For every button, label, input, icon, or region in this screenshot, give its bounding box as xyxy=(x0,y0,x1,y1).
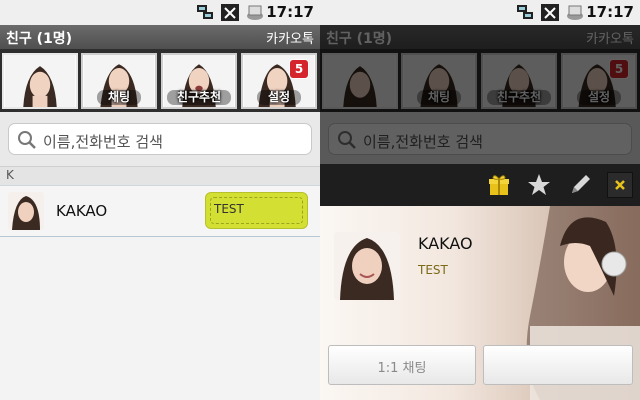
section-letter: K xyxy=(6,168,14,182)
avatar-photo-icon xyxy=(334,232,400,300)
friends-screen: 17:17 친구 (1명) 카카오톡 채팅 친구추천 5 설정 이름,전화번호 … xyxy=(0,0,320,400)
close-button[interactable] xyxy=(607,172,633,198)
list-item[interactable]: KAKAO TEST xyxy=(0,186,320,237)
status-message-bubble: TEST xyxy=(205,192,308,229)
profile-photo-icon xyxy=(4,55,76,107)
tab-settings-label: 설정 xyxy=(267,90,291,104)
close-icon xyxy=(615,180,625,190)
tab-recommend[interactable]: 친구추천 xyxy=(161,53,237,109)
network-icon xyxy=(517,5,533,19)
search-icon xyxy=(18,131,36,149)
brand-label: 카카오톡 xyxy=(266,32,314,47)
pencil-icon[interactable] xyxy=(568,173,592,197)
notification-badge: 5 xyxy=(289,59,309,79)
status-bar: 17:17 xyxy=(0,0,320,25)
search-placeholder: 이름,전화번호 검색 xyxy=(43,133,163,151)
tab-recommend-label: 친구추천 xyxy=(176,90,222,104)
profile-card: KAKAO TEST 1:1 채팅 xyxy=(320,206,640,400)
status-message: TEST xyxy=(214,202,244,216)
clock: 17:17 xyxy=(586,3,634,21)
network-icon xyxy=(197,5,213,19)
gift-icon[interactable] xyxy=(487,173,511,197)
battery-icon xyxy=(247,5,263,20)
tab-strip: 채팅 친구추천 5 설정 xyxy=(0,49,320,112)
signal-icon xyxy=(541,4,559,21)
page-title: 친구 (1명) xyxy=(6,31,73,47)
chat-button-label: 1:1 채팅 xyxy=(377,361,427,376)
status-bar: 17:17 xyxy=(320,0,640,25)
battery-icon xyxy=(567,5,583,20)
tab-friends[interactable] xyxy=(2,53,78,109)
avatar xyxy=(8,192,44,230)
signal-icon xyxy=(221,4,239,21)
profile-name: KAKAO xyxy=(418,234,473,253)
secondary-action-button[interactable] xyxy=(483,345,633,385)
profile-toolbar xyxy=(320,164,640,206)
profile-status: TEST xyxy=(418,263,448,277)
section-header: K xyxy=(0,167,320,186)
tab-settings[interactable]: 5 설정 xyxy=(241,53,317,109)
search-area: 이름,전화번호 검색 xyxy=(0,112,320,167)
one-on-one-chat-button[interactable]: 1:1 채팅 xyxy=(328,345,476,385)
profile-avatar[interactable] xyxy=(334,232,400,300)
tab-chat-label: 채팅 xyxy=(107,90,131,104)
avatar-photo-icon xyxy=(8,192,44,230)
star-icon[interactable] xyxy=(527,173,551,197)
profile-popup-screen: 17:17 친구 (1명) 카카오톡 채팅 친구추천 5 xyxy=(320,0,640,400)
tab-chat[interactable]: 채팅 xyxy=(81,53,157,109)
friend-name: KAKAO xyxy=(56,202,108,220)
clock: 17:17 xyxy=(266,3,314,21)
search-input[interactable]: 이름,전화번호 검색 xyxy=(8,123,312,155)
title-bar: 친구 (1명) 카카오톡 xyxy=(0,25,320,49)
